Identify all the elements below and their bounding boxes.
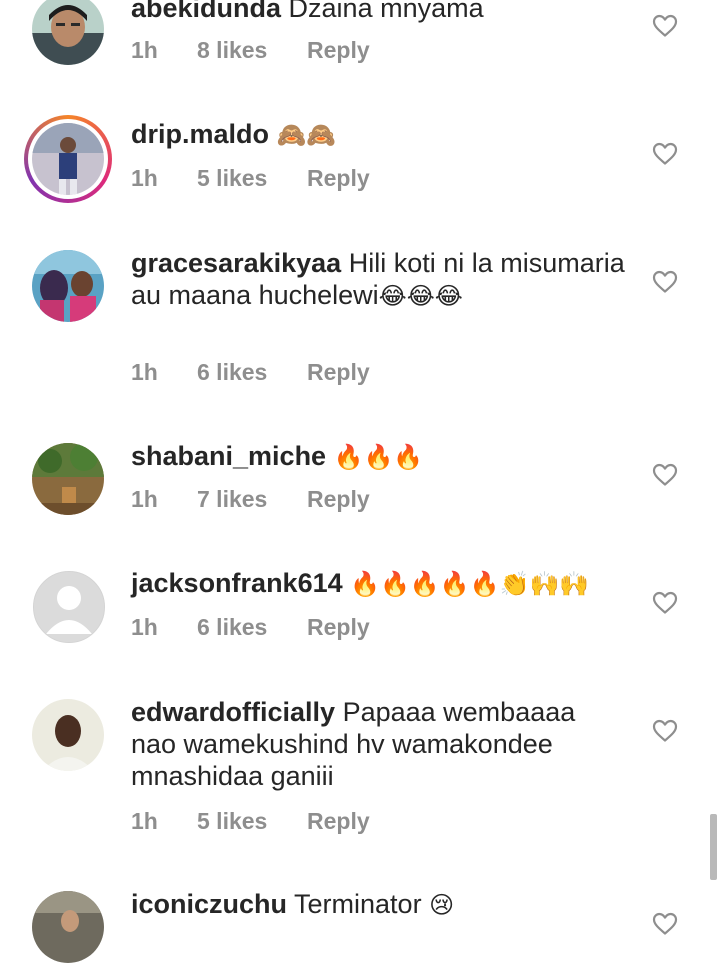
comment-text: jacksonfrank614 🔥🔥🔥🔥🔥👏🙌🙌: [131, 567, 651, 599]
comment-meta: 1h 6 likes Reply: [131, 357, 370, 387]
comment-text: drip.maldo 🙈🙈: [131, 118, 631, 150]
avatar-story-ring[interactable]: [24, 115, 112, 203]
default-avatar-icon[interactable]: [33, 571, 105, 643]
comment-time: 1h: [131, 359, 158, 385]
comment-text: gracesarakikyaa Hili koti ni la misumari…: [131, 247, 631, 311]
comment-time: 1h: [131, 614, 158, 640]
comment-text: edwardofficially Papaaa wembaaaa nao wam…: [131, 696, 611, 792]
comment-meta: 1h 5 likes Reply: [131, 163, 370, 193]
reply-button[interactable]: Reply: [307, 806, 370, 836]
reply-button[interactable]: Reply: [307, 484, 370, 514]
likes-count[interactable]: 5 likes: [197, 163, 307, 193]
comment-meta: 1h 7 likes Reply: [131, 484, 370, 514]
username[interactable]: jacksonfrank614: [131, 568, 343, 598]
comment-time: 1h: [131, 37, 158, 63]
likes-count[interactable]: 6 likes: [197, 357, 307, 387]
likes-count[interactable]: 5 likes: [197, 806, 307, 836]
comment-emoji: 🔥🔥🔥: [333, 443, 424, 471]
comment-meta: 1h 6 likes Reply: [131, 612, 370, 642]
avatar: [32, 123, 104, 195]
comment-text: iconiczuchu Terminator 😢: [131, 888, 631, 920]
reply-button[interactable]: Reply: [307, 612, 370, 642]
comment-time: 1h: [131, 165, 158, 191]
heart-outline-icon[interactable]: [652, 14, 678, 38]
reply-button[interactable]: Reply: [307, 357, 370, 387]
comment-emoji: 😢: [429, 891, 455, 919]
username[interactable]: gracesarakikyaa: [131, 248, 341, 278]
heart-outline-icon[interactable]: [652, 463, 678, 487]
avatar[interactable]: [32, 0, 104, 65]
reply-button[interactable]: Reply: [307, 163, 370, 193]
reply-button[interactable]: Reply: [307, 35, 370, 65]
heart-outline-icon[interactable]: [652, 719, 678, 743]
heart-outline-icon[interactable]: [652, 142, 678, 166]
comment-emoji: 🙈🙈: [276, 121, 337, 149]
comment-message: Terminator: [294, 889, 422, 919]
comment-time: 1h: [131, 486, 158, 512]
comment-meta: 1h 5 likes Reply: [131, 806, 370, 836]
comment-text: shabani_miche 🔥🔥🔥: [131, 440, 631, 472]
avatar[interactable]: [32, 699, 104, 771]
comment-meta: 1h 8 likes Reply: [131, 35, 370, 65]
avatar[interactable]: [32, 891, 104, 963]
likes-count[interactable]: 6 likes: [197, 612, 307, 642]
comment-text: abekidunda Dzaina mnyama: [131, 0, 631, 24]
likes-count[interactable]: 7 likes: [197, 484, 307, 514]
comment-time: 1h: [131, 808, 158, 834]
scrollbar-thumb[interactable]: [710, 814, 717, 880]
comment-emoji: 🔥🔥🔥🔥🔥👏🙌🙌: [350, 570, 590, 598]
heart-outline-icon[interactable]: [652, 591, 678, 615]
username[interactable]: abekidunda: [131, 0, 281, 23]
comment-emoji: 😂😂😂: [378, 282, 463, 310]
heart-outline-icon[interactable]: [652, 270, 678, 294]
avatar[interactable]: [32, 443, 104, 515]
heart-outline-icon[interactable]: [652, 912, 678, 936]
username[interactable]: shabani_miche: [131, 441, 326, 471]
username[interactable]: drip.maldo: [131, 119, 269, 149]
avatar[interactable]: [32, 250, 104, 322]
username[interactable]: iconiczuchu: [131, 889, 287, 919]
comment-message: Dzaina mnyama: [288, 0, 484, 23]
likes-count[interactable]: 8 likes: [197, 35, 307, 65]
username[interactable]: edwardofficially: [131, 697, 335, 727]
